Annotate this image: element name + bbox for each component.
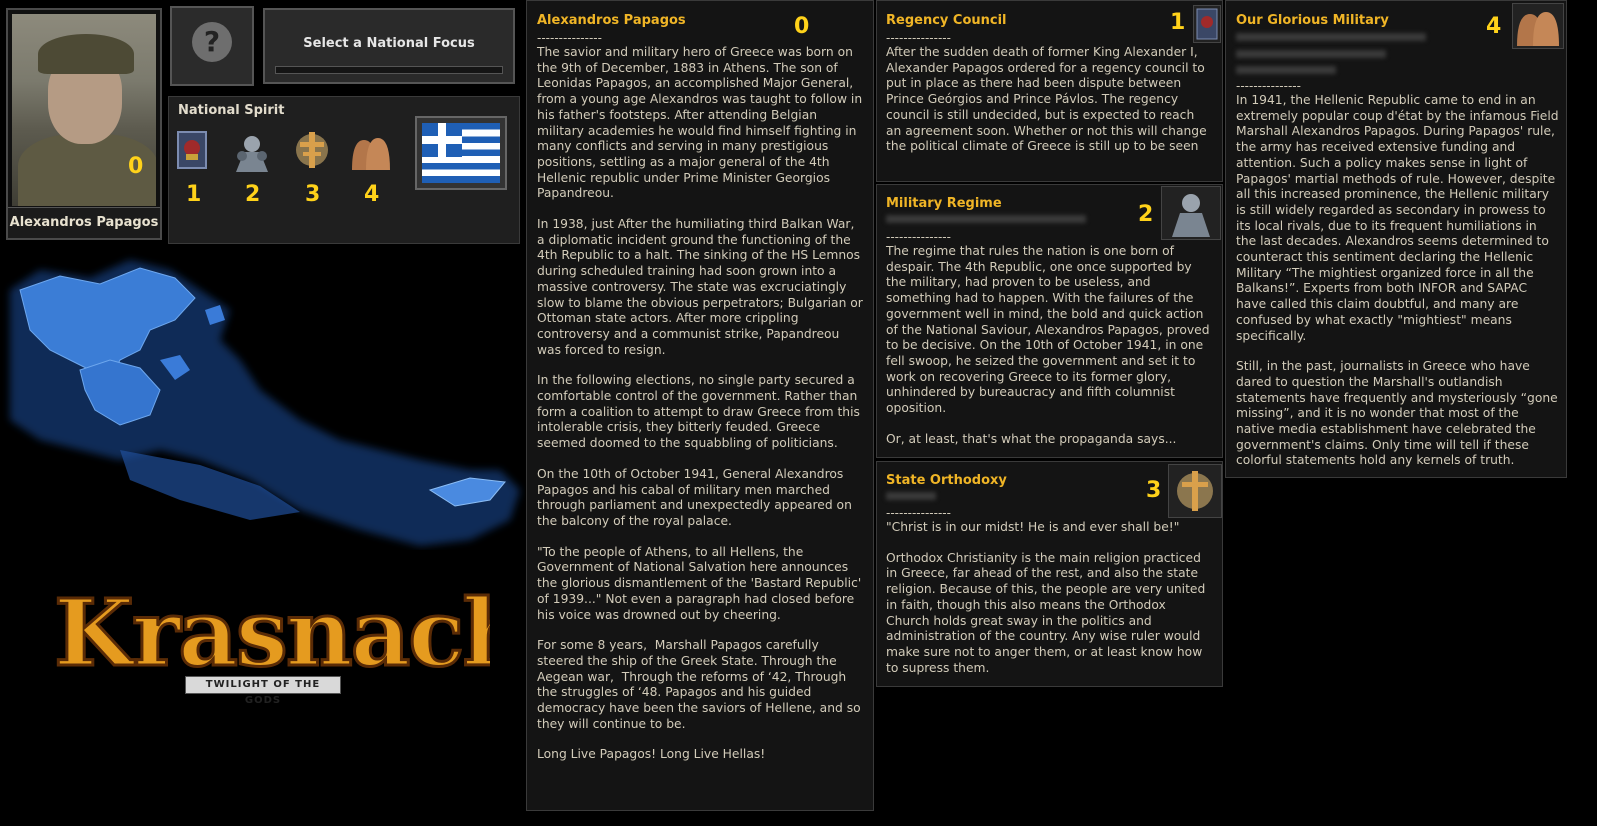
redacted-effect (886, 492, 936, 500)
papagos-paragraph: The savior and military hero of Greece w… (537, 45, 863, 201)
regency-council-icon[interactable] (172, 128, 212, 172)
spirit-number-1: 1 (186, 182, 202, 207)
logo-subtitle: TWILIGHT OF THE GODS (185, 676, 341, 706)
panel-orthodoxy-number: 3 (1146, 478, 1162, 503)
spirit-number-4: 4 (364, 182, 380, 207)
redacted-effect (1236, 33, 1426, 41)
military-paragraph: Still, in the past, journalists in Greec… (1236, 359, 1562, 468)
question-mark-icon: ? (192, 22, 232, 62)
papagos-paragraph: "To the people of Athens, to all Hellens… (537, 544, 862, 622)
national-spirit-title: National Spirit (178, 103, 285, 118)
leader-number: 0 (128, 154, 144, 179)
panel-papagos-body: The savior and military hero of Greece w… (537, 45, 863, 763)
panel-orthodoxy-body: "Christ is in our midst! He is and ever … (886, 520, 1212, 676)
panel-military-number: 4 (1486, 14, 1502, 39)
panel-regime-number: 2 (1138, 202, 1154, 227)
soldiers-helmets-icon[interactable] (348, 130, 390, 174)
redacted-effect (886, 215, 1086, 223)
papagos-paragraph: In the following elections, no single pa… (537, 373, 864, 451)
panel-regency-text: After the sudden death of former King Al… (886, 45, 1211, 154)
regency-council-icon (1193, 5, 1221, 43)
panel-regency-number: 1 (1170, 10, 1186, 35)
redacted-effect (1236, 66, 1336, 74)
panel-papagos-separator: --------------- (537, 31, 602, 45)
orthodoxy-paragraph: Orthodox Christianity is the main religi… (886, 550, 1210, 675)
panel-military-title: Our Glorious Military (1236, 13, 1389, 28)
panel-orthodoxy-title: State Orthodoxy (886, 473, 1007, 488)
country-flag-button[interactable] (415, 116, 507, 190)
national-focus-icon-button[interactable]: ? (170, 6, 254, 86)
papagos-paragraph: On the 10th of October 1941, General Ale… (537, 466, 856, 528)
papagos-paragraph: In 1938, just After the humiliating thir… (537, 217, 863, 357)
focus-progress-bar (275, 66, 503, 74)
military-paragraph: In 1941, the Hellenic Republic came to e… (1236, 93, 1559, 343)
leader-portrait[interactable]: Alexandros Papagos (6, 8, 162, 240)
national-focus-button[interactable]: Select a National Focus (263, 8, 515, 84)
panel-regime-title: Military Regime (886, 196, 1002, 211)
soldiers-helmets-icon (1512, 3, 1564, 49)
panel-regency-title: Regency Council (886, 13, 1007, 28)
national-focus-label: Select a National Focus (303, 36, 475, 51)
military-regime-icon[interactable] (230, 130, 270, 174)
military-regime-icon (1161, 186, 1221, 240)
regime-paragraph: The regime that rules the nation is one … (886, 244, 1214, 416)
panel-military-body: In 1941, the Hellenic Republic came to e… (1236, 93, 1560, 469)
orthodox-cross-icon[interactable] (290, 128, 330, 172)
greek-flag-icon (422, 123, 500, 183)
panel-orthodoxy-separator: --------------- (886, 506, 951, 520)
panel-regime-separator: --------------- (886, 230, 951, 244)
logo-title: Krasnacht (54, 579, 490, 687)
spirit-number-3: 3 (305, 182, 321, 207)
panel-papagos-title: Alexandros Papagos (537, 13, 686, 28)
redacted-effect (1236, 50, 1386, 58)
spirit-number-2: 2 (245, 182, 261, 207)
panel-military-separator: --------------- (1236, 79, 1301, 93)
greece-map (10, 260, 520, 546)
papagos-paragraph: For some 8 years, Marshall Papagos caref… (537, 638, 865, 731)
panel-regime-body: The regime that rules the nation is one … (886, 244, 1212, 447)
leader-name: Alexandros Papagos (8, 207, 160, 238)
panel-regency-separator: --------------- (886, 31, 951, 45)
papagos-paragraph: Long Live Papagos! Long Live Hellas! (537, 747, 766, 762)
orthodox-cross-icon (1168, 464, 1222, 518)
regime-paragraph: Or, at least, that's what the propaganda… (886, 431, 1177, 446)
panel-papagos-number: 0 (794, 14, 810, 39)
orthodoxy-paragraph: "Christ is in our midst! He is and ever … (886, 520, 1180, 534)
